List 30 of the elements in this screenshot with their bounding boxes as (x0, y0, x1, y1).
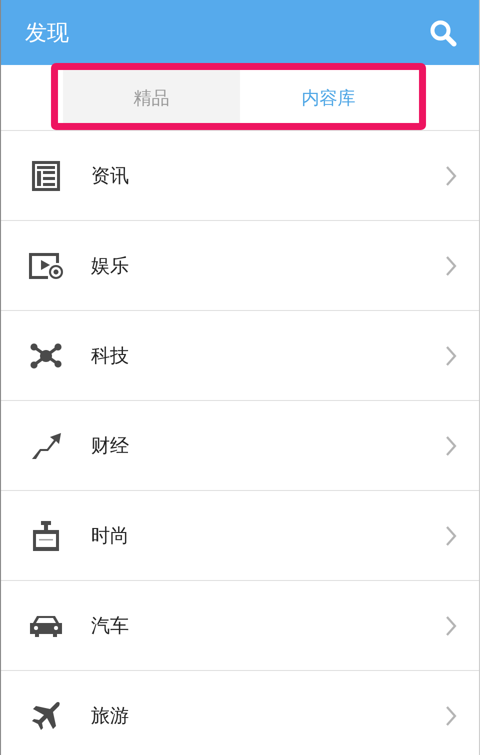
category-label: 时尚 (91, 524, 130, 548)
newspaper-icon (31, 160, 61, 192)
category-label: 财经 (91, 434, 130, 458)
category-row[interactable]: 时尚 (1, 491, 479, 581)
chevron-right-icon (445, 614, 457, 636)
category-row[interactable]: 财经 (1, 401, 479, 491)
chevron-right-icon (445, 344, 457, 366)
network-icon (29, 342, 63, 370)
video-icon (28, 252, 64, 280)
chevron-right-icon (445, 704, 457, 726)
page-title: 发现 (25, 20, 69, 48)
category-label: 科技 (91, 344, 130, 368)
up-arrow-icon (30, 430, 62, 460)
chevron-right-icon (445, 524, 457, 546)
chevron-right-icon (445, 164, 457, 186)
perfume-bottle-icon (31, 520, 61, 552)
category-label: 旅游 (91, 704, 130, 728)
category-row[interactable]: 科技 (1, 311, 479, 401)
category-row[interactable]: 资讯 (1, 131, 479, 221)
category-row[interactable]: 旅游 (1, 671, 479, 755)
search-icon[interactable] (429, 18, 457, 46)
category-row[interactable]: 汽车 (1, 581, 479, 671)
category-label: 汽车 (91, 614, 130, 638)
chevron-right-icon (445, 434, 457, 456)
category-row[interactable]: 娱乐 (1, 221, 479, 311)
airplane-icon (30, 700, 62, 732)
car-icon (29, 614, 63, 638)
category-label: 娱乐 (91, 254, 130, 278)
category-label: 资讯 (91, 164, 130, 188)
chevron-right-icon (445, 254, 457, 276)
